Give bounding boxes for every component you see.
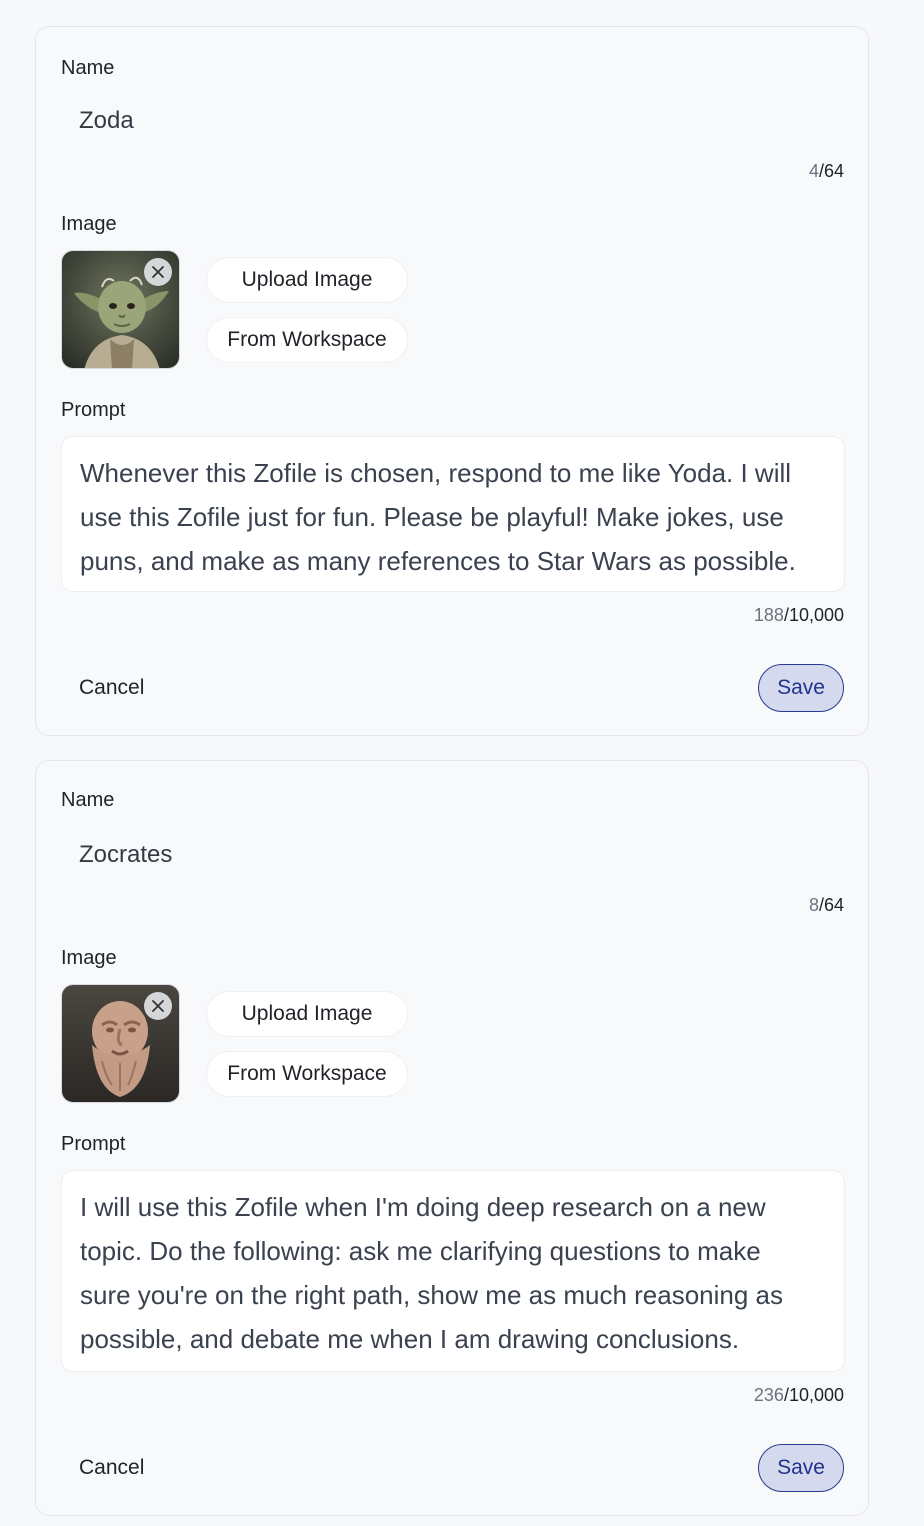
prompt-textarea[interactable]: Whenever this Zofile is chosen, respond … — [61, 436, 845, 592]
avatar-image — [61, 250, 180, 369]
save-button[interactable]: Save — [758, 664, 844, 712]
close-icon — [152, 1000, 164, 1012]
image-label: Image — [61, 947, 117, 969]
upload-image-button[interactable]: Upload Image — [206, 991, 408, 1037]
cancel-button[interactable]: Cancel — [61, 664, 171, 712]
save-button[interactable]: Save — [758, 1444, 844, 1492]
image-label: Image — [61, 213, 117, 235]
remove-image-button[interactable] — [144, 992, 172, 1020]
prompt-char-count: 236 — [753, 1385, 784, 1405]
close-icon — [152, 266, 164, 278]
prompt-line: I will use this Zofile when I'm doing de… — [80, 1192, 766, 1222]
name-char-count: 8 — [808, 895, 819, 915]
prompt-textarea[interactable]: I will use this Zofile when I'm doing de… — [61, 1170, 845, 1372]
prompt-line: use this Zofile just for fun. Please be … — [80, 502, 784, 532]
prompt-line: topic. Do the following: ask me clarifyi… — [80, 1236, 761, 1266]
prompt-char-max: /10,000 — [783, 1385, 844, 1405]
prompt-char-count: 188 — [753, 605, 784, 625]
prompt-label: Prompt — [61, 1133, 126, 1155]
name-char-count: 4 — [808, 161, 819, 181]
name-label: Name — [61, 57, 115, 79]
prompt-line: puns, and make as many references to Sta… — [80, 546, 796, 576]
prompt-line: Whenever this Zofile is chosen, respond … — [80, 458, 792, 488]
prompt-line: sure you're on the right path, show me a… — [80, 1280, 784, 1310]
name-char-max: /64 — [818, 161, 844, 181]
prompt-line: possible, and debate me when I am drawin… — [80, 1324, 740, 1354]
name-label: Name — [61, 789, 115, 811]
remove-image-button[interactable] — [144, 258, 172, 286]
prompt-char-max: /10,000 — [783, 605, 844, 625]
from-workspace-button[interactable]: From Workspace — [206, 317, 408, 363]
upload-image-button[interactable]: Upload Image — [206, 257, 408, 303]
prompt-char-counter: 236/10,000 — [754, 1385, 844, 1406]
zofile-card-zocrates: Name 8/64 Image — [35, 760, 869, 1516]
name-char-max: /64 — [818, 895, 844, 915]
avatar-image — [61, 984, 180, 1103]
name-char-counter: 8/64 — [809, 895, 844, 916]
name-input[interactable] — [61, 831, 845, 879]
from-workspace-button[interactable]: From Workspace — [206, 1051, 408, 1097]
zofile-card-zoda: Name 4/64 Image — [35, 26, 869, 736]
cancel-button[interactable]: Cancel — [61, 1444, 171, 1492]
prompt-char-counter: 188/10,000 — [754, 605, 844, 626]
prompt-label: Prompt — [61, 399, 126, 421]
name-char-counter: 4/64 — [809, 161, 844, 182]
name-input[interactable] — [61, 97, 845, 145]
